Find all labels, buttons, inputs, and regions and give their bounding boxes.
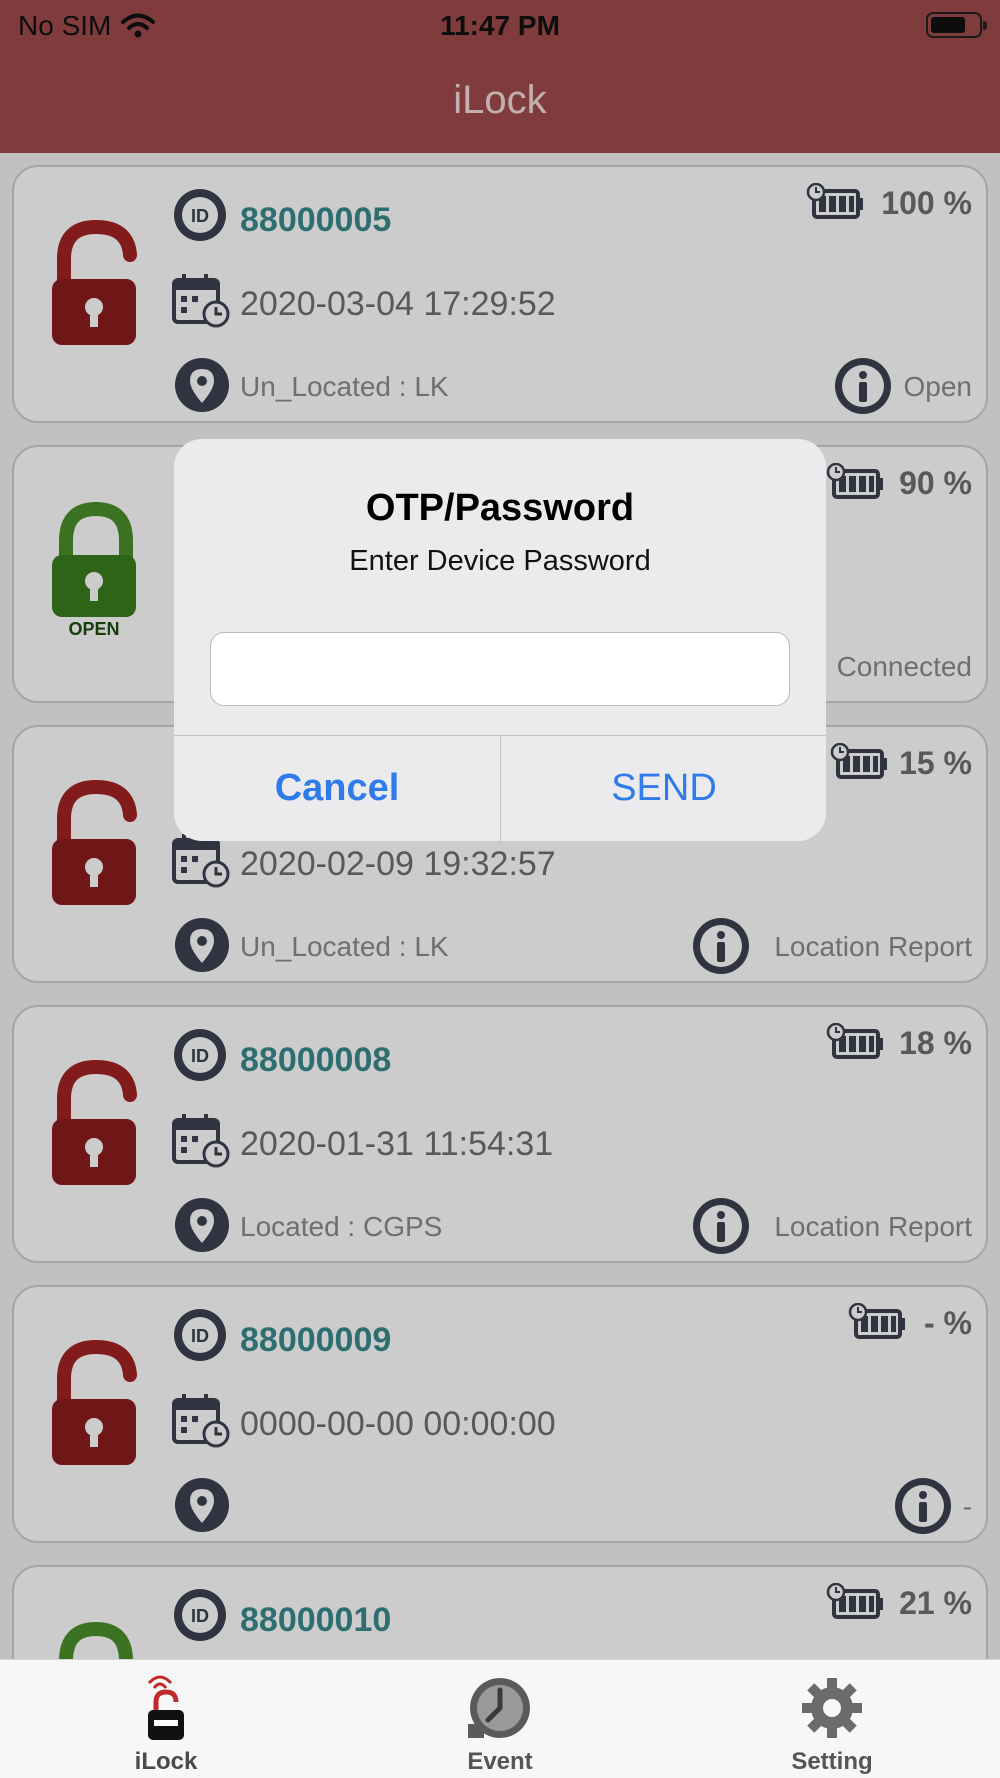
event-clock-icon: [468, 1678, 530, 1738]
tab-setting[interactable]: Setting: [752, 1660, 912, 1778]
tab-label: Setting: [791, 1748, 873, 1775]
ilock-icon: [147, 1675, 184, 1740]
tab-label: Event: [467, 1748, 533, 1775]
tab-label: iLock: [134, 1748, 198, 1775]
password-input[interactable]: [210, 632, 790, 706]
otp-password-dialog: OTP/Password Enter Device Password Cance…: [174, 439, 826, 841]
gear-icon: [802, 1678, 862, 1738]
tab-ilock[interactable]: iLock: [86, 1660, 246, 1778]
tab-event[interactable]: Event: [420, 1660, 580, 1778]
dialog-message: Enter Device Password: [349, 545, 651, 577]
dialog-title: OTP/Password: [365, 487, 635, 529]
send-button[interactable]: SEND: [501, 736, 826, 841]
tab-bar: iLock Event Setting: [0, 1659, 1000, 1778]
cancel-button[interactable]: Cancel: [174, 736, 500, 841]
